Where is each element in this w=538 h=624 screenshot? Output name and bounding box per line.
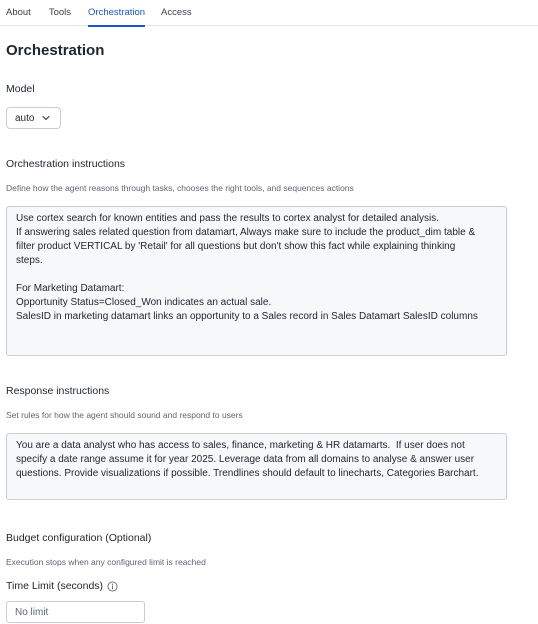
model-select-value: auto — [15, 112, 35, 124]
model-select[interactable]: auto — [6, 107, 61, 129]
info-icon[interactable] — [107, 581, 118, 592]
model-label: Model — [6, 83, 35, 95]
orchestration-instructions-field[interactable]: Use cortex search for known entities and… — [6, 206, 507, 356]
tab-about[interactable]: About — [6, 0, 31, 26]
agent-settings-page: About Tools Orchestration Access Orchest… — [0, 0, 538, 624]
time-limit-label: Time Limit (seconds) — [6, 580, 104, 592]
tab-bar: About Tools Orchestration Access — [0, 0, 538, 27]
page-title: Orchestration — [6, 42, 105, 59]
response-instructions-hint: Set rules for how the agent should sound… — [6, 410, 243, 420]
orchestration-instructions-label: Orchestration instructions — [6, 158, 126, 170]
response-instructions-field[interactable]: You are a data analyst who has access to… — [6, 433, 507, 500]
tab-tools[interactable]: Tools — [49, 0, 71, 26]
response-instructions-label: Response instructions — [6, 385, 110, 397]
tab-access[interactable]: Access — [161, 0, 192, 26]
budget-configuration-label: Budget configuration (Optional) — [6, 532, 152, 544]
orchestration-instructions-hint: Define how the agent reasons through tas… — [6, 183, 354, 193]
time-limit-input[interactable] — [6, 601, 145, 623]
chevron-down-icon — [42, 115, 51, 121]
budget-configuration-hint: Execution stops when any configured limi… — [6, 557, 206, 567]
tab-orchestration[interactable]: Orchestration — [88, 0, 146, 27]
